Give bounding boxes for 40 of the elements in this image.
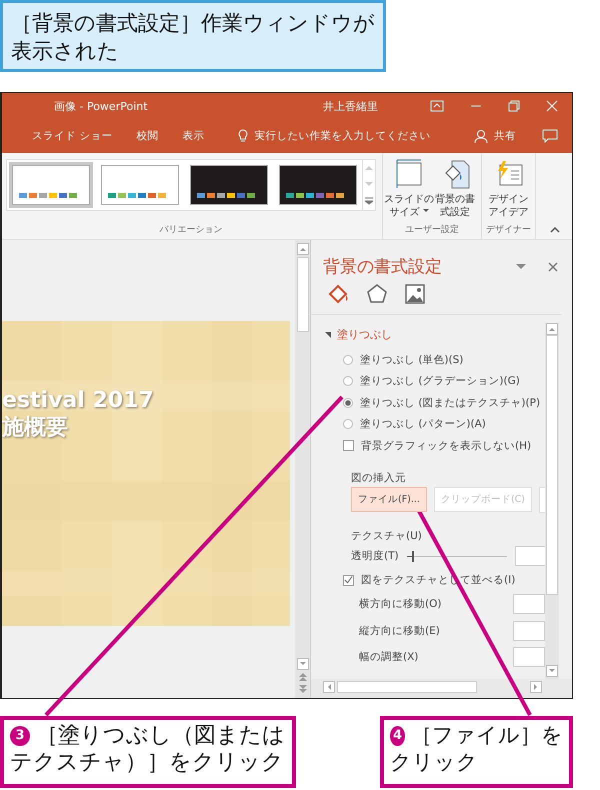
ribbon-tab[interactable]: 校閲 — [136, 129, 158, 143]
radio-option[interactable]: 塗りつぶし (パターン)(A) — [311, 414, 545, 435]
radio-option[interactable]: 塗りつぶし (単色)(S) — [311, 349, 545, 370]
window-title: 画像 - PowerPoint — [54, 98, 148, 114]
field-label: 縦方向に移動(E) — [359, 624, 440, 638]
field-label: 図の挿入元 — [351, 470, 406, 484]
field-label: 横方向に移動(O) — [359, 597, 442, 612]
option-label: 塗りつぶし (図またはテクスチャ)(P) — [360, 396, 540, 410]
radio-option[interactable]: 塗りつぶし (図またはテクスチャ)(P) — [311, 392, 545, 414]
callout-text: ［塗りつぶし（図または — [36, 722, 285, 749]
share-button[interactable]: 共有 — [494, 129, 516, 143]
callout-text: ［ファイル］を — [411, 722, 563, 749]
group-label: バリエーション — [160, 224, 222, 237]
ribbon-button[interactable]: スライドの サイズ — [387, 157, 431, 219]
group-label: デザイナー — [486, 224, 531, 237]
ribbon-tab[interactable]: 表示 — [182, 129, 204, 143]
user-name: 井上香緒里 — [323, 98, 378, 114]
checkbox-option[interactable]: 背景グラフィックを表示しない(H) — [311, 435, 545, 456]
group-label: ユーザー設定 — [405, 224, 459, 237]
pane-title: 背景の書式設定 — [323, 256, 442, 278]
slide-title: estival 2017 — [2, 387, 154, 414]
ribbon-button[interactable]: デザイン アイデア — [486, 157, 530, 219]
field-label: 透明度(T) — [351, 549, 399, 563]
option-label: 塗りつぶし (グラデーション)(G) — [360, 374, 520, 388]
ribbon-button[interactable]: 背景の書 式設定 — [433, 157, 477, 219]
caption: ［背景の書式設定］作業ウィンドウが表示された — [0, 0, 386, 72]
section-header[interactable]: 塗りつぶし — [311, 323, 545, 349]
callout-text: クリック — [390, 749, 478, 776]
field-label: テクスチャ(U) — [351, 528, 422, 542]
radio-option[interactable]: 塗りつぶし (グラデーション)(G) — [311, 370, 545, 392]
ribbon-tab[interactable]: スライド ショー — [32, 129, 112, 143]
callout-text: テクスチャ）］をクリック — [10, 749, 284, 776]
step-number: 3 — [10, 726, 30, 746]
pane-button[interactable]: ファイル(F)... — [351, 487, 427, 512]
tell-me-field[interactable]: 実行したい作業を入力してください — [254, 129, 430, 143]
option-label: 背景グラフィックを表示しない(H) — [361, 438, 532, 453]
option-label: 塗りつぶし (単色)(S) — [360, 352, 464, 367]
field-label: 幅の調整(X) — [359, 650, 418, 664]
step-number: 4 — [390, 726, 405, 746]
option-label: 塗りつぶし (パターン)(A) — [360, 417, 486, 432]
